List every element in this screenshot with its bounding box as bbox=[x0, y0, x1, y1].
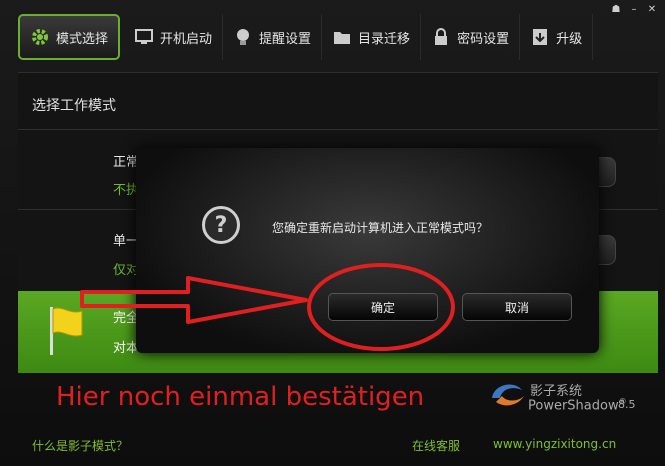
support-link[interactable]: 在线客服 bbox=[412, 437, 460, 454]
logo-icon bbox=[492, 384, 524, 406]
logo-version: 8.5 bbox=[618, 398, 636, 411]
annotation-arrow bbox=[80, 276, 308, 324]
help-link[interactable]: 什么是影子模式？ bbox=[32, 437, 128, 454]
footer: 什么是影子模式？ 在线客服 www.yingzixitong.cn bbox=[0, 428, 665, 466]
logo-product: PowerShadow® bbox=[528, 397, 627, 414]
annotation-circle bbox=[307, 263, 455, 351]
app-window: ☗ – ✕ 模式选择 开机启动 提醒设置 目录迁移 密码设置 升级 选择工作模式… bbox=[0, 0, 665, 466]
website-link[interactable]: www.yingzixitong.cn bbox=[493, 437, 616, 451]
annotation-text: Hier noch einmal bestätigen bbox=[56, 382, 425, 412]
powershadow-logo: 影子系统 PowerShadow® 8.5 bbox=[488, 378, 636, 416]
